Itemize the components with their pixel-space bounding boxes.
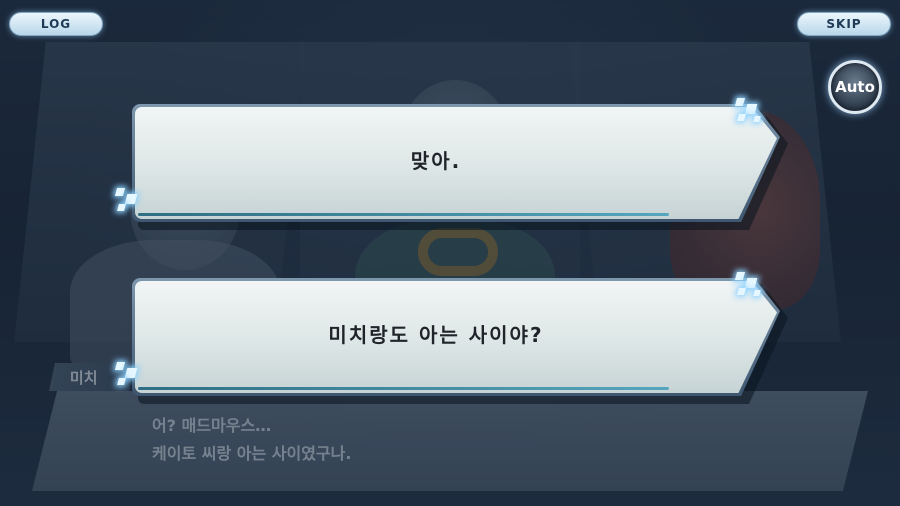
skip-button[interactable]: SKIP [797, 12, 891, 36]
sparkle-icon [114, 188, 146, 218]
log-button[interactable]: LOG [9, 12, 103, 36]
sparkle-icon [114, 362, 146, 392]
choice-option-2[interactable]: 미치랑도 아는 사이야? [114, 272, 788, 404]
auto-button[interactable]: Auto [828, 60, 882, 114]
choice-overlay-dim [0, 0, 900, 506]
sparkle-icon [734, 98, 766, 128]
choice-label: 맞아. [410, 148, 462, 173]
choice-option-1[interactable]: 맞아. [114, 98, 788, 230]
choice-label: 미치랑도 아는 사이야? [328, 322, 544, 347]
sparkle-icon [734, 272, 766, 302]
